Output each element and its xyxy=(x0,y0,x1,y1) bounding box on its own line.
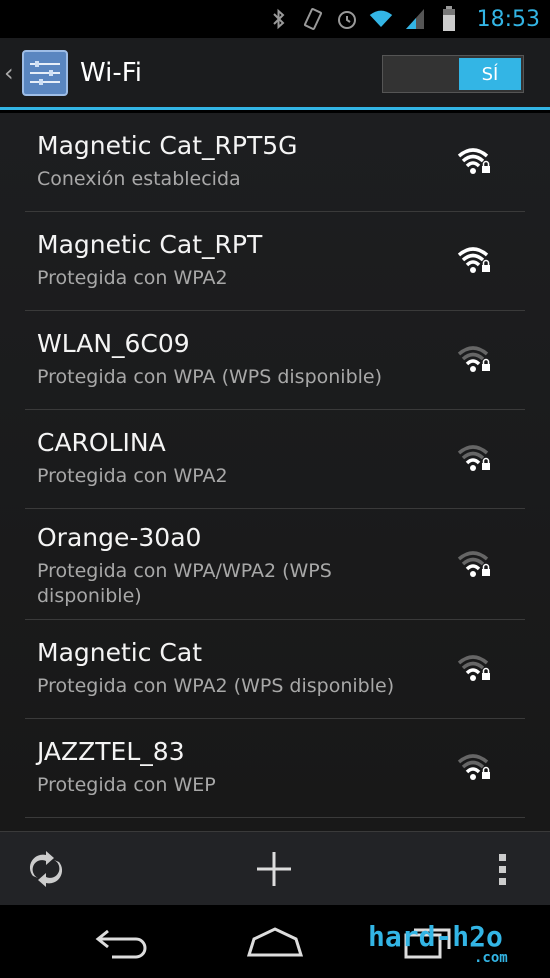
wifi-signal-lock-icon xyxy=(457,148,490,174)
network-item[interactable]: Orange-30a0 Protegida con WPA/WPA2 (WPS … xyxy=(25,509,525,620)
network-name: CAROLINA xyxy=(37,428,166,457)
network-name: Magnetic Cat_RPT5G xyxy=(37,131,298,160)
settings-app-icon[interactable] xyxy=(22,49,68,96)
network-status: Protegida con WEP xyxy=(37,774,216,796)
wifi-status-icon xyxy=(369,7,393,31)
network-name: JAZZTEL_83 xyxy=(37,737,185,766)
network-status: Conexión establecida xyxy=(37,168,241,190)
network-name: Magnetic Cat_RPT xyxy=(37,230,263,259)
status-bar: 18:53 xyxy=(0,0,550,38)
watermark-domain: .com xyxy=(474,950,508,966)
watermark-logo: hard-h2o xyxy=(368,920,503,953)
network-status: Protegida con WPA/WPA2 (WPS disponible) xyxy=(37,560,332,607)
alarm-icon xyxy=(335,7,359,31)
signal-icon xyxy=(403,7,427,31)
wifi-signal-lock-icon xyxy=(457,445,490,471)
network-status: Protegida con WPA2 xyxy=(37,267,228,289)
page-title: Wi-Fi xyxy=(80,57,143,88)
wifi-signal-lock-icon xyxy=(457,247,490,273)
scan-icon[interactable] xyxy=(24,848,68,890)
network-name: WLAN_6C09 xyxy=(37,329,190,358)
wifi-signal-lock-icon xyxy=(457,346,490,372)
wifi-signal-lock-icon xyxy=(457,551,490,577)
network-item[interactable]: Magnetic Cat_RPT5G Conexión establecida xyxy=(25,113,525,212)
network-item[interactable]: WLAN_6C09 Protegida con WPA (WPS disponi… xyxy=(25,311,525,410)
overflow-menu-icon[interactable] xyxy=(497,852,509,888)
battery-icon xyxy=(437,6,461,31)
status-clock: 18:53 xyxy=(476,6,540,32)
action-bar: ‹ Wi-Fi SÍ xyxy=(0,38,550,110)
home-icon[interactable] xyxy=(246,927,304,959)
network-item[interactable]: Magnetic Cat Protegida con WPA2 (WPS dis… xyxy=(25,620,525,719)
vibrate-icon xyxy=(301,7,325,31)
bluetooth-icon xyxy=(267,7,291,31)
bottom-action-bar xyxy=(0,831,550,905)
network-name: Orange-30a0 xyxy=(37,523,202,552)
network-status: Protegida con WPA2 (WPS disponible) xyxy=(37,675,395,697)
network-item[interactable]: JAZZTEL_83 Protegida con WEP xyxy=(25,719,525,818)
back-icon[interactable] xyxy=(94,927,150,959)
wifi-toggle[interactable]: SÍ xyxy=(382,55,524,93)
network-item[interactable]: CAROLINA Protegida con WPA2 xyxy=(25,410,525,509)
network-list: Magnetic Cat_RPT5G Conexión establecida … xyxy=(0,113,550,831)
wifi-toggle-on-label[interactable]: SÍ xyxy=(459,58,521,90)
add-network-icon[interactable] xyxy=(255,850,293,888)
wifi-signal-lock-icon xyxy=(457,754,490,780)
up-caret-icon[interactable]: ‹ xyxy=(4,59,22,87)
wifi-signal-lock-icon xyxy=(457,655,490,681)
network-name: Magnetic Cat xyxy=(37,638,203,667)
network-status: Protegida con WPA2 xyxy=(37,465,228,487)
network-status: Protegida con WPA (WPS disponible) xyxy=(37,366,383,388)
network-item[interactable]: Magnetic Cat_RPT Protegida con WPA2 xyxy=(25,212,525,311)
